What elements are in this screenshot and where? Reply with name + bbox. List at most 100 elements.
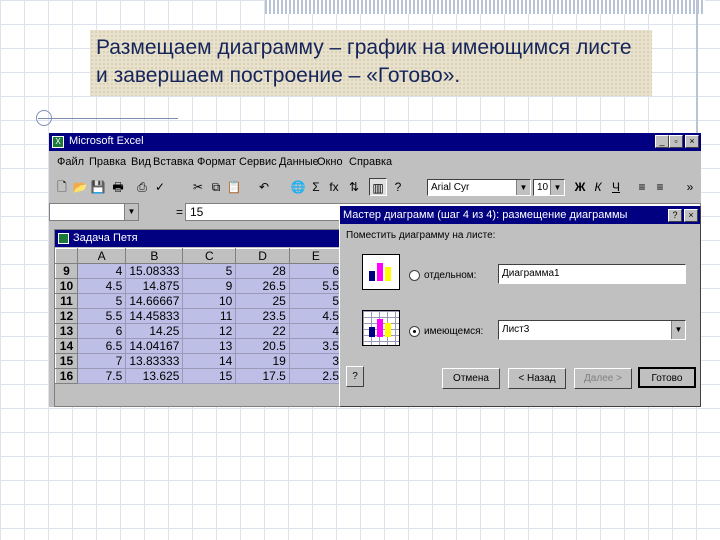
cell[interactable]: 14 (182, 353, 237, 369)
back-button[interactable]: < Назад (508, 368, 566, 389)
office-assistant-icon[interactable]: ? (346, 366, 364, 387)
cell[interactable]: 4 (288, 323, 343, 339)
cell[interactable]: 4.5 (76, 278, 127, 294)
row-header[interactable]: 10 (55, 278, 78, 294)
menu-data[interactable]: Данные (279, 156, 319, 168)
existing-sheet-select[interactable]: Лист3 ▼ (498, 320, 686, 340)
cell[interactable]: 7.5 (76, 368, 127, 384)
cell[interactable]: 4.5 (288, 308, 343, 324)
column-header[interactable]: D (235, 248, 290, 264)
cell[interactable]: 15.08333 (125, 263, 184, 279)
cell[interactable]: 13 (182, 338, 237, 354)
radio-existing-sheet[interactable] (409, 326, 420, 337)
cell[interactable]: 5.5 (76, 308, 127, 324)
copy-icon[interactable]: ⧉ (207, 178, 225, 196)
align-left-icon[interactable]: ≡ (633, 178, 651, 196)
cell[interactable]: 5 (288, 293, 343, 309)
column-header[interactable]: E (288, 248, 343, 264)
print-icon[interactable]: ⎙ (133, 178, 151, 196)
cut-icon[interactable]: ✂ (189, 178, 207, 196)
cell[interactable]: 3.5 (288, 338, 343, 354)
cell[interactable]: 5 (76, 293, 127, 309)
minimize-icon[interactable]: _ (655, 135, 669, 148)
cell[interactable]: 25 (235, 293, 290, 309)
cell[interactable]: 11 (182, 308, 237, 324)
print-preview-icon[interactable]: 🖶 (109, 178, 127, 196)
font-name-select[interactable]: Arial Cyr ▼ (427, 179, 531, 196)
cell[interactable]: 5 (182, 263, 237, 279)
cell[interactable]: 23.5 (235, 308, 290, 324)
undo-icon[interactable]: ↶ (255, 178, 273, 196)
cell[interactable]: 17.5 (235, 368, 290, 384)
save-icon[interactable]: 💾 (89, 178, 107, 196)
cell[interactable]: 26.5 (235, 278, 290, 294)
cell[interactable]: 2.5 (288, 368, 343, 384)
cell[interactable]: 4 (76, 263, 127, 279)
cell[interactable]: 14.04167 (125, 338, 184, 354)
cell[interactable]: 12 (182, 323, 237, 339)
help-icon[interactable]: ? (389, 178, 407, 196)
spell-check-icon[interactable]: ✓ (151, 178, 169, 196)
next-button[interactable]: Далее > (574, 368, 632, 389)
cell[interactable]: 20.5 (235, 338, 290, 354)
dialog-help-button[interactable]: ? (668, 209, 682, 222)
menu-tools[interactable]: Сервис (239, 156, 277, 168)
align-center-icon[interactable]: ≡ (651, 178, 669, 196)
cell[interactable]: 6.5 (76, 338, 127, 354)
hyperlink-icon[interactable]: 🌐 (289, 178, 307, 196)
select-all-corner[interactable] (55, 248, 78, 264)
name-box[interactable]: ▼ (49, 203, 139, 221)
cell[interactable]: 14.66667 (125, 293, 184, 309)
cell[interactable]: 14.45833 (125, 308, 184, 324)
chevron-down-icon[interactable]: ▼ (124, 204, 138, 220)
cell[interactable]: 13.625 (125, 368, 184, 384)
menu-file[interactable]: Файл (57, 156, 84, 168)
autosum-icon[interactable]: Σ (307, 178, 325, 196)
finish-button[interactable]: Готово (638, 367, 696, 388)
cell[interactable]: 5.5 (288, 278, 343, 294)
row-header[interactable]: 16 (55, 368, 78, 384)
maximize-icon[interactable]: ▫ (669, 135, 683, 148)
chart-wizard-icon[interactable]: ▥ (369, 178, 387, 196)
sort-icon[interactable]: ⇅ (345, 178, 363, 196)
cell[interactable]: 3 (288, 353, 343, 369)
row-header[interactable]: 9 (55, 263, 78, 279)
cell[interactable]: 9 (182, 278, 237, 294)
cell[interactable]: 13.83333 (125, 353, 184, 369)
row-header[interactable]: 12 (55, 308, 78, 324)
cancel-button[interactable]: Отмена (442, 368, 500, 389)
menu-edit[interactable]: Правка (89, 156, 126, 168)
radio-separate-sheet[interactable] (409, 270, 420, 281)
cell[interactable]: 14.875 (125, 278, 184, 294)
chevron-down-icon[interactable]: ▼ (550, 180, 564, 195)
italic-button[interactable]: К (589, 178, 607, 196)
chevron-down-icon[interactable]: ▼ (671, 321, 685, 339)
menu-help[interactable]: Справка (349, 156, 392, 168)
separate-sheet-name-input[interactable]: Диаграмма1 (498, 264, 686, 284)
column-header[interactable]: C (182, 248, 237, 264)
row-header[interactable]: 11 (55, 293, 78, 309)
cell[interactable]: 10 (182, 293, 237, 309)
column-header[interactable]: A (76, 248, 127, 264)
menu-insert[interactable]: Вставка (153, 156, 194, 168)
cell[interactable]: 15 (182, 368, 237, 384)
column-header[interactable]: B (125, 248, 184, 264)
menu-format[interactable]: Формат (197, 156, 236, 168)
function-icon[interactable]: fx (325, 178, 343, 196)
chevron-down-icon[interactable]: ▼ (516, 180, 530, 195)
toolbar-more-icon[interactable]: » (681, 178, 699, 196)
menu-view[interactable]: Вид (131, 156, 151, 168)
row-header[interactable]: 13 (55, 323, 78, 339)
cell[interactable]: 28 (235, 263, 290, 279)
underline-button[interactable]: Ч (607, 178, 625, 196)
paste-icon[interactable]: 📋 (225, 178, 243, 196)
dialog-close-button[interactable]: × (684, 209, 698, 222)
cell[interactable]: 7 (76, 353, 127, 369)
open-file-icon[interactable]: 📂 (71, 178, 89, 196)
close-icon[interactable]: × (685, 135, 699, 148)
font-size-select[interactable]: 10 ▼ (533, 179, 565, 196)
menu-window[interactable]: Окно (317, 156, 343, 168)
cell[interactable]: 6 (76, 323, 127, 339)
new-file-icon[interactable]: 🗋 (53, 178, 71, 196)
bold-button[interactable]: Ж (571, 178, 589, 196)
